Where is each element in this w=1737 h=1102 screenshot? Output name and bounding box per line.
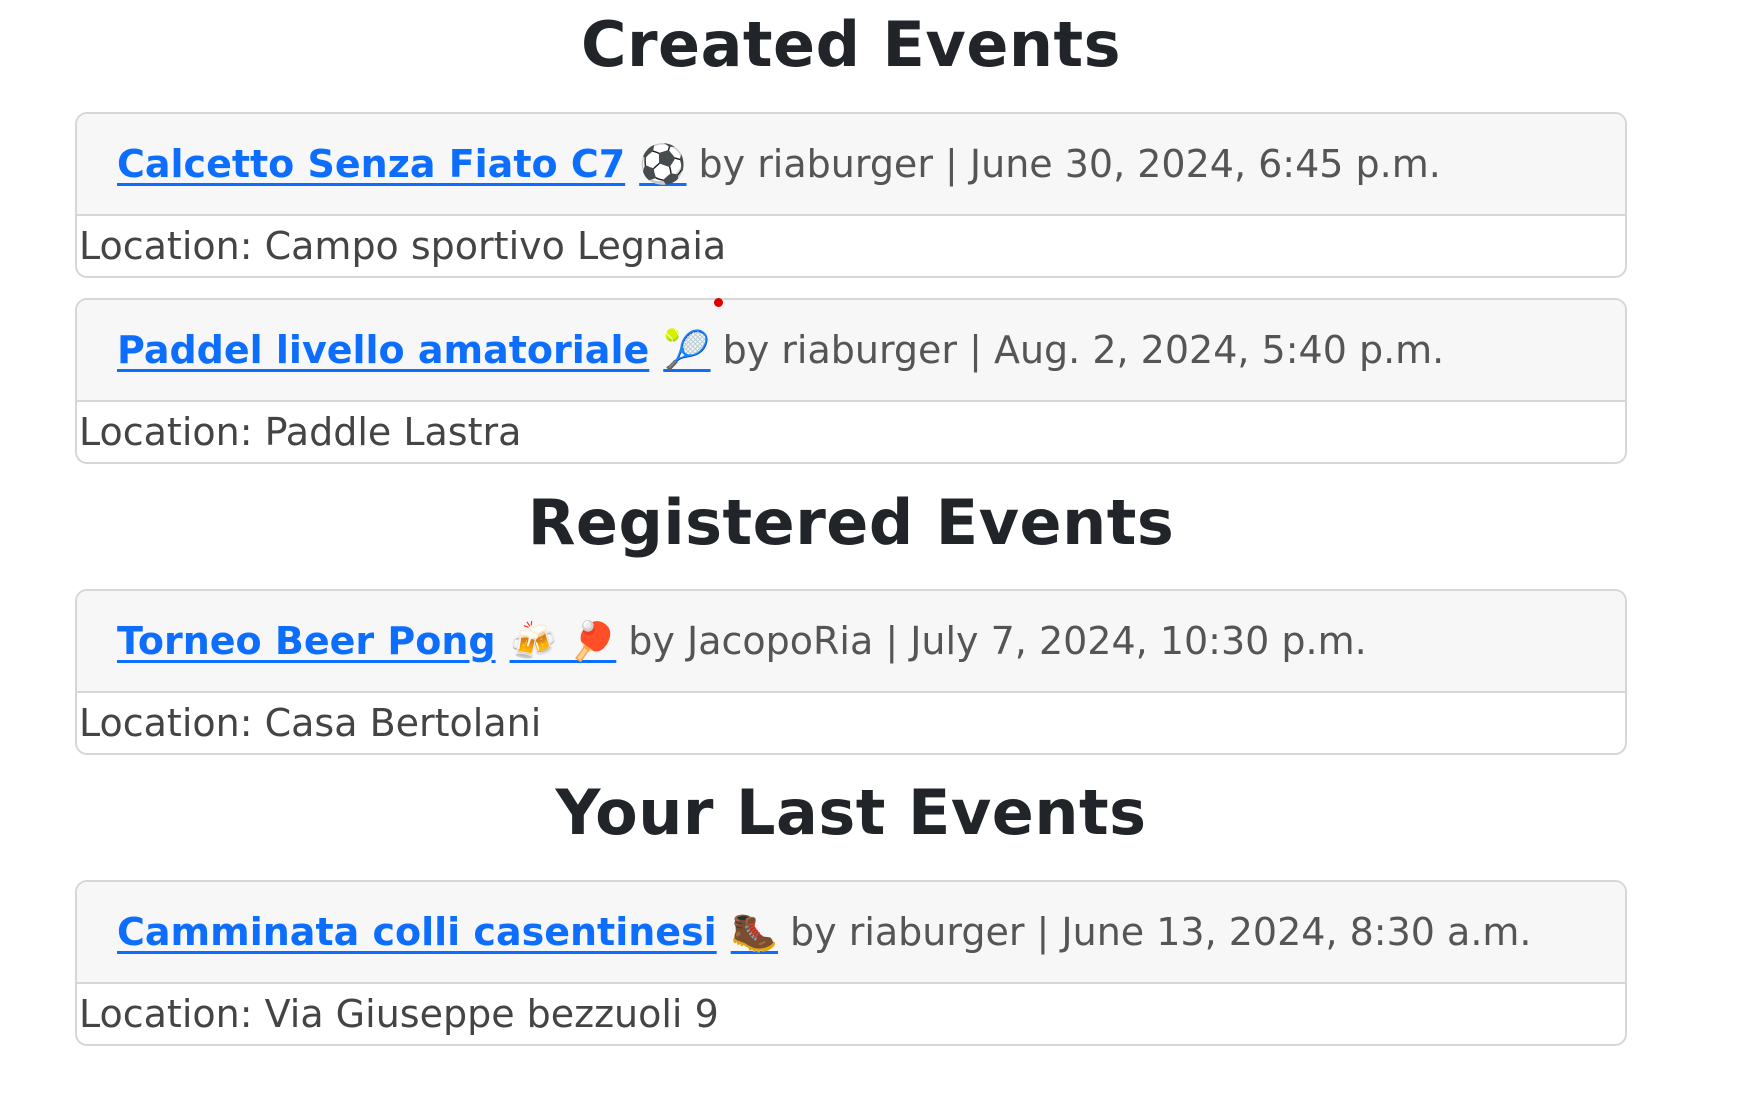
created-events-heading: Created Events — [580, 8, 1122, 81]
event-card-header: Camminata colli casentinesi 🥾 by riaburge… — [77, 882, 1625, 984]
event-meta: by riaburger | June 30, 2024, 6:45 p.m. — [698, 142, 1441, 186]
event-link-paddel[interactable]: Paddel livello amatoriale 🎾 — [117, 328, 711, 373]
soccer-ball-icon: ⚽ — [639, 141, 687, 186]
event-location: Location: Via Giuseppe bezzuoli 9 — [79, 992, 719, 1036]
event-location: Location: Casa Bertolani — [79, 701, 542, 745]
cursor-dot — [714, 298, 723, 307]
event-card-paddel: Paddel livello amatoriale 🎾 by riaburger … — [75, 298, 1627, 464]
last-events-heading: Your Last Events — [555, 776, 1147, 849]
event-meta: by JacopoRia | July 7, 2024, 10:30 p.m. — [628, 619, 1367, 663]
event-title: Torneo Beer Pong — [117, 618, 496, 663]
event-link-camminata[interactable]: Camminata colli casentinesi 🥾 — [117, 910, 778, 955]
event-card-header: Paddel livello amatoriale 🎾 by riaburger … — [77, 300, 1625, 402]
event-link-beer-pong[interactable]: Torneo Beer Pong 🍻 🏓 — [117, 619, 616, 664]
hiking-boot-icon: 🥾 — [730, 909, 779, 954]
event-title: Camminata colli casentinesi — [117, 909, 717, 954]
tennis-icon: 🎾 — [663, 327, 711, 372]
event-meta: by riaburger | June 13, 2024, 8:30 a.m. — [790, 910, 1532, 954]
beer-pingpong-icon: 🍻 🏓 — [509, 618, 617, 663]
event-card-header: Torneo Beer Pong 🍻 🏓 by JacopoRia | July … — [77, 591, 1625, 693]
event-card-header: Calcetto Senza Fiato C7 ⚽ by riaburger | … — [77, 114, 1625, 216]
event-title: Paddel livello amatoriale — [117, 327, 650, 372]
event-card-camminata: Camminata colli casentinesi 🥾 by riaburge… — [75, 880, 1627, 1046]
event-link-calcetto[interactable]: Calcetto Senza Fiato C7 ⚽ — [117, 142, 687, 187]
event-title: Calcetto Senza Fiato C7 — [117, 141, 626, 186]
registered-events-heading: Registered Events — [527, 486, 1175, 559]
event-card-calcetto: Calcetto Senza Fiato C7 ⚽ by riaburger | … — [75, 112, 1627, 278]
event-card-beer-pong: Torneo Beer Pong 🍻 🏓 by JacopoRia | July … — [75, 589, 1627, 755]
event-location: Location: Campo sportivo Legnaia — [79, 224, 727, 268]
event-location: Location: Paddle Lastra — [79, 410, 522, 454]
event-meta: by riaburger | Aug. 2, 2024, 5:40 p.m. — [722, 328, 1445, 372]
